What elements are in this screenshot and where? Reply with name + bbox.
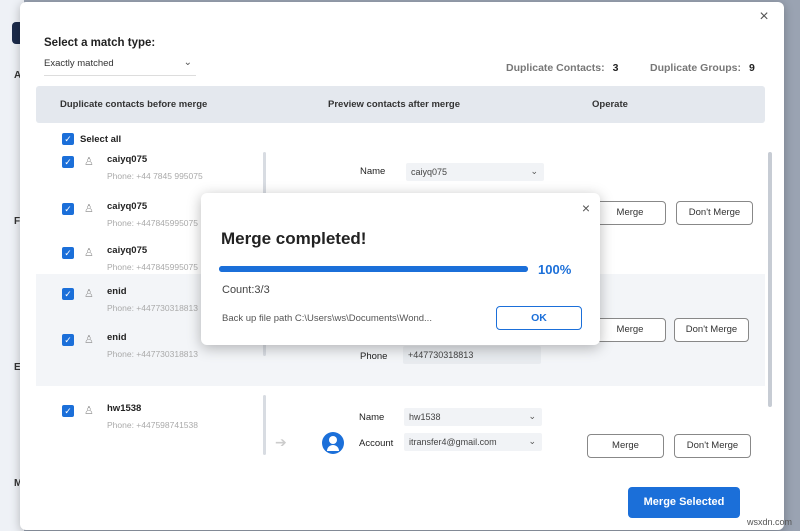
duplicate-contacts-stat: Duplicate Contacts: 3 (506, 62, 618, 74)
chevron-down-icon: ⌄ (528, 436, 536, 446)
merge-button[interactable]: Merge (587, 434, 664, 458)
checkbox-checked-icon[interactable]: ✓ (62, 203, 74, 215)
user-icon: ♙ (84, 405, 94, 417)
preview-name-select[interactable]: hw1538 ⌄ (404, 408, 542, 426)
progress-fill (219, 266, 528, 272)
checkbox-checked-icon[interactable]: ✓ (62, 156, 74, 168)
merge-button[interactable]: Merge (594, 318, 666, 342)
preview-name-value: caiyq075 (411, 167, 448, 177)
contact-name: hw1538 (107, 403, 142, 414)
vertical-scrollbar[interactable] (768, 152, 772, 407)
contact-name: caiyq075 (107, 245, 148, 256)
preview-name-label: Name (359, 412, 385, 423)
merge-button[interactable]: Merge (594, 201, 666, 225)
checkbox-checked-icon[interactable]: ✓ (62, 334, 74, 346)
merge-arrow-icon: ➔ (275, 434, 287, 450)
contact-phone: Phone: +447845995075 (107, 218, 198, 228)
chevron-down-icon: ⌄ (528, 411, 536, 421)
match-type-label: Select a match type: (44, 37, 156, 49)
duplicate-contacts-value: 3 (612, 62, 619, 74)
user-icon: ♙ (84, 156, 94, 168)
avatar (322, 432, 344, 454)
preview-phone-label: Phone (360, 351, 388, 362)
preview-account-value: itransfer4@gmail.com (409, 437, 497, 447)
preview-name-select[interactable]: caiyq075 ⌄ (406, 163, 544, 181)
merge-completed-modal: × Merge completed! 100% Count:3/3 Back u… (201, 193, 600, 345)
close-icon[interactable]: × (582, 200, 590, 216)
close-icon[interactable]: × (756, 9, 772, 25)
contact-phone: Phone: +447598741538 (107, 420, 198, 430)
preview-name-value: hw1538 (409, 412, 441, 422)
table-header: Duplicate contacts before merge Preview … (36, 86, 765, 123)
select-all-label: Select all (80, 133, 122, 145)
column-header-operate: Operate (592, 99, 628, 110)
chevron-down-icon: ⌄ (530, 166, 538, 176)
user-icon: ♙ (84, 334, 94, 346)
ok-button[interactable]: OK (496, 306, 582, 330)
watermark: wsxdn.com (746, 517, 792, 527)
checkbox-checked-icon[interactable]: ✓ (62, 288, 74, 300)
match-type-value: Exactly matched (44, 58, 114, 69)
checkbox-checked-icon[interactable]: ✓ (62, 247, 74, 259)
duplicate-groups-stat: Duplicate Groups: 9 (650, 62, 755, 74)
count-text: Count:3/3 (222, 284, 270, 296)
contact-phone: Phone: +44 7845 995075 (107, 171, 203, 181)
modal-title: Merge completed! (221, 229, 367, 248)
match-type-select[interactable]: Exactly matched ⌄ (44, 54, 196, 76)
contact-name: caiyq075 (107, 201, 148, 212)
progress-bar (219, 266, 528, 272)
dont-merge-button[interactable]: Don't Merge (676, 201, 753, 225)
dont-merge-button[interactable]: Don't Merge (674, 434, 751, 458)
contact-name: enid (107, 286, 127, 297)
checkbox-checked-icon: ✓ (62, 133, 74, 145)
select-all-checkbox[interactable]: ✓ Select all (62, 133, 121, 145)
merge-selected-button[interactable]: Merge Selected (628, 487, 740, 518)
duplicate-contacts-label: Duplicate Contacts: (506, 62, 605, 74)
duplicate-groups-value: 9 (749, 62, 755, 74)
column-header-before: Duplicate contacts before merge (60, 99, 208, 110)
preview-account-select[interactable]: itransfer4@gmail.com ⌄ (404, 433, 542, 451)
user-icon: ♙ (84, 203, 94, 215)
contact-phone: Phone: +447730318813 (107, 303, 198, 313)
chevron-down-icon: ⌄ (183, 57, 192, 68)
contact-name: enid (107, 332, 127, 343)
contact-phone: Phone: +447730318813 (107, 349, 198, 359)
contact-phone: Phone: +447845995075 (107, 262, 198, 272)
checkbox-checked-icon[interactable]: ✓ (62, 405, 74, 417)
preview-account-label: Account (359, 438, 394, 449)
column-header-preview: Preview contacts after merge (328, 99, 461, 110)
group-divider (263, 395, 266, 455)
user-icon: ♙ (84, 288, 94, 300)
user-icon: ♙ (84, 247, 94, 259)
preview-phone-value: +447730318813 (408, 350, 474, 360)
preview-name-label: Name (360, 166, 386, 177)
preview-phone-field[interactable]: +447730318813 (403, 346, 541, 364)
dont-merge-button[interactable]: Don't Merge (674, 318, 749, 342)
duplicate-groups-label: Duplicate Groups: (650, 62, 742, 74)
backup-path-text: Back up file path C:\Users\ws\Documents\… (222, 313, 432, 324)
progress-percent: 100% (538, 262, 572, 277)
contact-name: caiyq075 (107, 154, 148, 165)
